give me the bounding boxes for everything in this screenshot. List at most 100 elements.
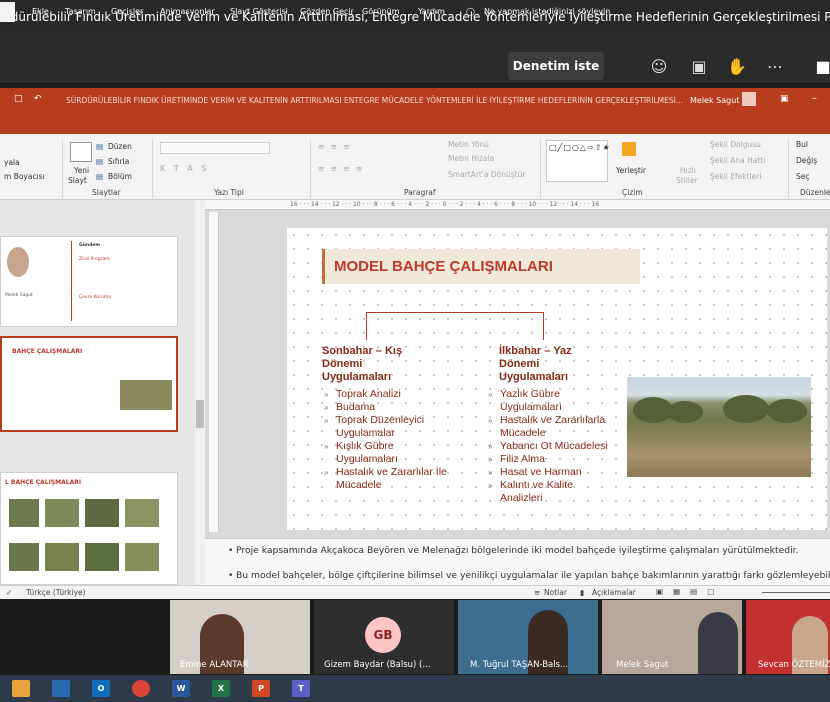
photo-tree xyxy=(767,399,807,423)
avatar[interactable] xyxy=(742,92,756,106)
participant-name: Emine ALANTAR xyxy=(180,660,249,670)
thumbnail-photo xyxy=(125,499,159,527)
list-icons[interactable]: ≡ ≡ ≡ xyxy=(318,142,352,151)
save-icon[interactable]: □ xyxy=(14,94,23,104)
file-explorer-icon[interactable] xyxy=(12,680,30,697)
status-bar: ✓ Türkçe (Türkiye) ≡ Notlar ▮ Açıklamala… xyxy=(0,585,830,599)
shape-effects-button[interactable]: Şekil Efektleri xyxy=(710,172,761,181)
slide-thumbnail-3[interactable]: L BAHÇE ÇALIŞMALARI xyxy=(0,472,178,585)
thumbnail-item-1: Zirai Program xyxy=(79,257,110,262)
notes-line-1: Proje kapsamında Akçakoca Beyören ve Mel… xyxy=(228,545,798,556)
heading-line: Dönemi xyxy=(322,358,363,370)
slide-thumbnail-2[interactable]: BAHÇE ÇALIŞMALARI xyxy=(0,336,178,432)
word-icon[interactable]: W xyxy=(172,680,190,697)
shapes-gallery[interactable]: □╱□○△⇨⇧★ xyxy=(546,140,610,182)
slide-thumbnail-1[interactable]: Melek Sagut Gündem Zirai Program Çevre K… xyxy=(0,236,178,327)
scrollbar-thumb[interactable] xyxy=(196,400,204,428)
raise-hand-icon[interactable]: ✋ xyxy=(726,56,748,78)
align-text-button[interactable]: Metni Hizala xyxy=(448,154,494,163)
thumbnail-name: Melek Sagut xyxy=(5,293,33,298)
heading-line: Uygulamaları xyxy=(499,371,569,383)
excel-icon[interactable]: X xyxy=(212,680,230,697)
undo-icon[interactable]: ↶ xyxy=(34,94,42,104)
notes-button[interactable]: Notlar xyxy=(544,588,567,597)
participant-tile[interactable]: Sevcan ÖZTEMİZ xyxy=(746,600,830,674)
list-item: Kışlık Gübre xyxy=(322,440,447,453)
thumbnail-photo xyxy=(85,499,119,527)
find-button[interactable]: Bul xyxy=(796,140,808,149)
layout-icon: ▤ xyxy=(96,142,104,151)
group-font-label: Yazı Tipi xyxy=(214,188,244,197)
reset-button[interactable]: Sıfırla xyxy=(108,157,129,166)
list-item: Yazlık Gübre xyxy=(486,388,608,401)
font-name-box[interactable] xyxy=(160,142,270,154)
select-button[interactable]: Seç xyxy=(796,172,810,181)
quick-styles-label-1[interactable]: Hızlı xyxy=(680,166,696,175)
arrange-button[interactable]: Yerleştir xyxy=(616,166,646,175)
tab-home[interactable] xyxy=(0,2,15,22)
layout-button[interactable]: Düzen xyxy=(108,142,132,151)
new-slide-label-1[interactable]: Yeni xyxy=(74,166,89,175)
vertical-ruler xyxy=(209,212,219,532)
participants-icon[interactable]: ☺ xyxy=(648,56,670,78)
group-drawing-label: Çizim xyxy=(622,188,643,197)
spellcheck-icon[interactable]: ✓ xyxy=(6,588,12,597)
ribbon-display-icon[interactable]: ▣ xyxy=(780,94,789,104)
participant-tile[interactable]: M. Tuğrul TAŞAN-Bals... xyxy=(458,600,598,674)
minimize-icon[interactable]: – xyxy=(812,93,817,104)
tab-help[interactable]: Yardım xyxy=(418,7,445,16)
language-status[interactable]: Türkçe (Türkiye) xyxy=(26,588,86,597)
list-item: Kalıntı ve Kalite xyxy=(486,479,608,492)
list-item: Toprak Düzenleyici xyxy=(322,414,447,427)
view-buttons[interactable]: ▣▦▤▢ xyxy=(656,587,724,596)
list-item: Filiz Alma xyxy=(486,453,608,466)
section-button[interactable]: Bölüm xyxy=(108,172,132,181)
ribbon-tabs xyxy=(0,112,830,134)
comments-button[interactable]: Açıklamalar xyxy=(592,588,636,597)
thumbnail-scrollbar[interactable] xyxy=(195,200,205,585)
avatar: GB xyxy=(365,617,401,653)
powerpoint-icon[interactable]: P xyxy=(252,680,270,697)
new-slide-icon[interactable] xyxy=(70,142,92,162)
request-control-button[interactable]: Denetim iste xyxy=(508,52,604,80)
font-format-icons[interactable]: K T A S xyxy=(160,164,209,173)
tab-slideshow[interactable]: Slayt Gösterisi xyxy=(230,7,288,16)
thumbnail-photo xyxy=(120,380,172,410)
tab-review[interactable]: Gözden Geçir xyxy=(300,7,354,16)
chrome-icon[interactable] xyxy=(132,680,150,697)
format-painter-button[interactable]: m Boyacısı xyxy=(4,172,45,181)
paste-button[interactable]: yala xyxy=(4,158,20,167)
tab-transitions[interactable]: Geçişler xyxy=(111,7,143,16)
shape-outline-button[interactable]: Şekil Ana Hattı xyxy=(710,156,765,165)
more-options-icon[interactable]: ⋯ xyxy=(764,56,786,78)
participant-tile[interactable]: Melek Sagut xyxy=(602,600,742,674)
tab-insert[interactable]: Ekle xyxy=(32,7,49,16)
tell-me-search[interactable]: Ne yapmak istediğinizi söyleyin xyxy=(484,7,610,16)
shape-fill-button[interactable]: Şekil Dolgusu xyxy=(710,140,761,149)
divider xyxy=(540,140,541,198)
new-slide-label-2[interactable]: Slayt xyxy=(68,176,87,185)
zoom-slider[interactable] xyxy=(762,592,830,593)
camera-icon[interactable]: ■ xyxy=(812,56,830,78)
quick-styles-label-2[interactable]: Stiller xyxy=(676,176,698,185)
orchard-photo[interactable] xyxy=(627,377,811,477)
screen: rdürülebilir Fındık Üretiminde Verim ve … xyxy=(0,0,830,702)
ppt-window-title: SÜRDÜRÜLEBİLİR FINDIK ÜRETİMİNDE VERİM V… xyxy=(66,96,683,105)
tab-view[interactable]: Görünüm xyxy=(362,7,399,16)
slide-thumbnail-pane[interactable]: Melek Sagut Gündem Zirai Program Çevre K… xyxy=(0,200,205,585)
tab-design[interactable]: Tasarım xyxy=(65,7,96,16)
thumbnail-photo xyxy=(9,499,39,527)
list-item: Hasat ve Harman xyxy=(486,466,608,479)
chat-icon[interactable]: ▣ xyxy=(688,56,710,78)
participant-tile[interactable]: Emine ALANTAR xyxy=(170,600,310,674)
list-item: Uygulamaları xyxy=(336,453,398,465)
teams-icon[interactable]: T xyxy=(292,680,310,697)
thumbnail-photo xyxy=(45,543,79,571)
outlook-icon[interactable]: O xyxy=(92,680,110,697)
text-direction-button[interactable]: Metin Yönü xyxy=(448,140,489,149)
tab-animations[interactable]: Animasyonlar xyxy=(160,7,215,16)
align-icons[interactable]: ≡ ≡ ≡ ≡ xyxy=(318,164,364,173)
smartart-button[interactable]: SmartArt'a Dönüştür xyxy=(448,170,525,179)
mail-icon[interactable] xyxy=(52,680,70,697)
replace-button[interactable]: Değiş xyxy=(796,156,817,165)
